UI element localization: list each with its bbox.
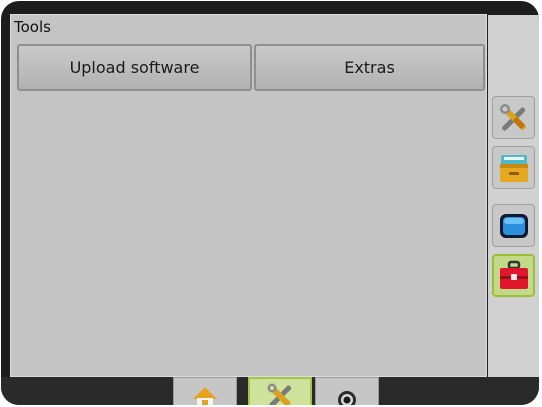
side-menu	[488, 15, 539, 377]
upload-software-button[interactable]: Upload software	[17, 44, 252, 91]
extras-button[interactable]: Extras	[254, 44, 485, 91]
side-display-button[interactable]	[492, 204, 535, 247]
side-tools-button[interactable]	[492, 96, 535, 139]
tools-panel: Tools Upload software Extras	[10, 14, 487, 377]
monitor-icon	[499, 213, 528, 238]
device-screen: Tools Upload software Extras	[1, 1, 539, 405]
camera-icon	[338, 391, 356, 405]
wrench-screwdriver-icon	[499, 103, 526, 131]
wrench-screwdriver-icon	[267, 383, 292, 405]
side-data-button[interactable]	[492, 146, 535, 189]
page-title: Tools	[14, 18, 51, 36]
side-toolbox-button[interactable]	[492, 254, 535, 297]
file-box-icon	[499, 154, 528, 182]
tab-camera[interactable]	[315, 377, 379, 405]
home-icon	[193, 387, 217, 405]
tab-home[interactable]	[173, 377, 237, 405]
toolbox-icon	[499, 260, 528, 289]
tab-tools[interactable]	[248, 377, 312, 405]
